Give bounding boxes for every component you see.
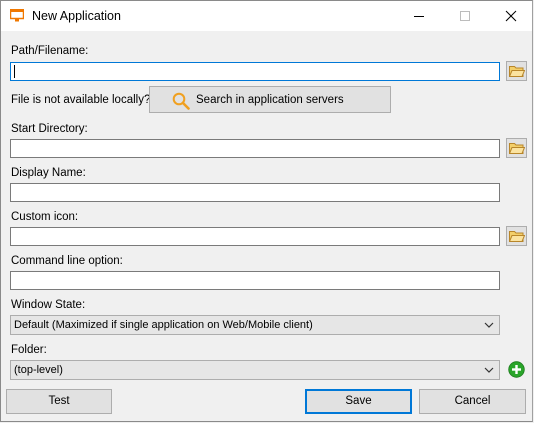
test-button[interactable]: Test: [6, 389, 112, 414]
folder-select[interactable]: (top-level): [10, 360, 500, 380]
custom-icon-input[interactable]: [10, 227, 500, 246]
magnifier-icon: [172, 92, 190, 110]
window-state-label: Window State:: [11, 299, 86, 311]
add-folder-button[interactable]: [508, 361, 525, 378]
display-name-label: Display Name:: [11, 167, 86, 179]
save-button[interactable]: Save: [305, 389, 412, 414]
folder-open-icon: [509, 231, 525, 242]
window-title: New Application: [32, 9, 121, 23]
folder-label: Folder:: [11, 344, 47, 356]
command-line-label: Command line option:: [11, 255, 123, 267]
maximize-icon: [460, 11, 470, 21]
search-servers-button[interactable]: Search in application servers: [149, 86, 391, 113]
start-directory-label: Start Directory:: [11, 123, 88, 135]
start-directory-input[interactable]: [10, 139, 500, 158]
display-name-input[interactable]: [10, 183, 500, 202]
command-line-input[interactable]: [10, 271, 500, 290]
custom-icon-label: Custom icon:: [11, 211, 79, 223]
path-input[interactable]: [10, 62, 500, 81]
minimize-icon: [414, 16, 424, 17]
new-application-dialog: New Application Path/Filename: File is n…: [0, 0, 533, 422]
close-button[interactable]: [488, 1, 534, 31]
browse-path-button[interactable]: [506, 61, 527, 81]
folder-value: (top-level): [14, 364, 63, 376]
folder-open-icon: [509, 66, 525, 77]
plus-circle-icon: [508, 361, 525, 378]
maximize-button[interactable]: [442, 1, 488, 31]
minimize-button[interactable]: [396, 1, 442, 31]
not-local-label: File is not available locally?: [11, 94, 151, 106]
app-window-icon: [9, 8, 25, 22]
chevron-down-icon: [484, 322, 494, 328]
path-label: Path/Filename:: [11, 45, 89, 57]
window-state-select[interactable]: Default (Maximized if single application…: [10, 315, 500, 335]
folder-open-icon: [509, 143, 525, 154]
window-state-value: Default (Maximized if single application…: [14, 319, 313, 331]
title-bar[interactable]: New Application: [1, 1, 532, 31]
browse-start-directory-button[interactable]: [506, 138, 527, 158]
text-caret: [14, 65, 15, 78]
chevron-down-icon: [484, 367, 494, 373]
search-servers-label: Search in application servers: [196, 94, 344, 106]
cancel-button[interactable]: Cancel: [419, 389, 526, 414]
close-icon: [505, 10, 517, 22]
browse-custom-icon-button[interactable]: [506, 226, 527, 246]
